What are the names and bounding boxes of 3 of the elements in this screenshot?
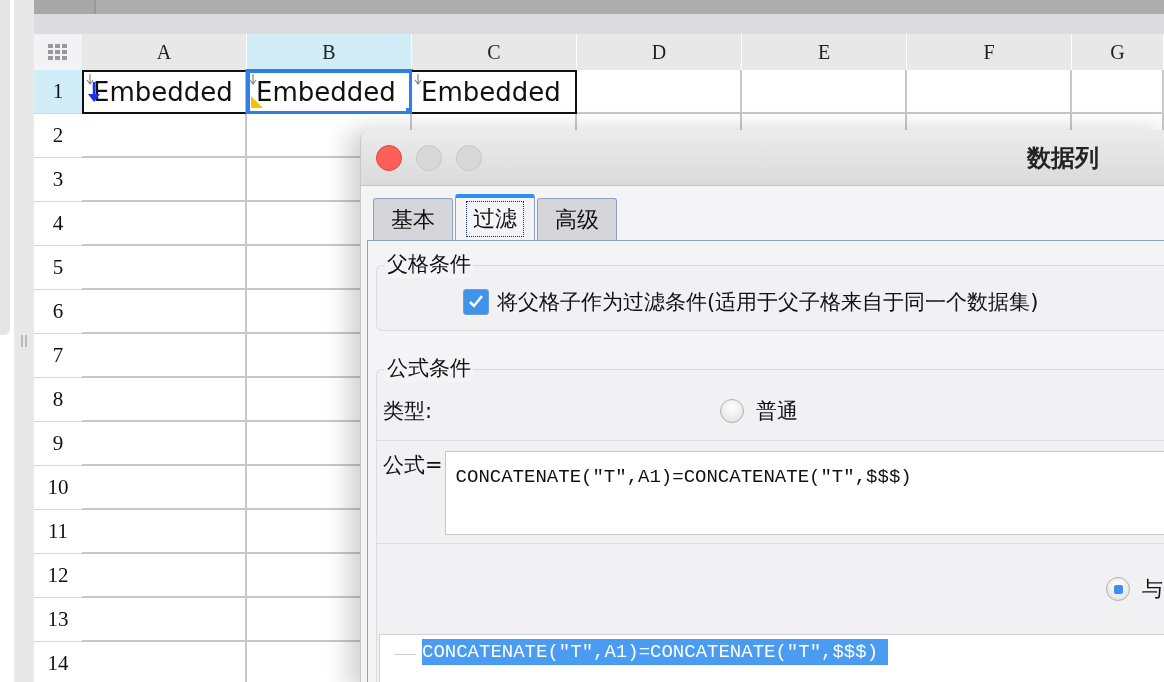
window-title: 数据列 [1027, 142, 1099, 174]
field-label: 类型: [383, 398, 433, 425]
field-label: 公式= [383, 452, 443, 479]
